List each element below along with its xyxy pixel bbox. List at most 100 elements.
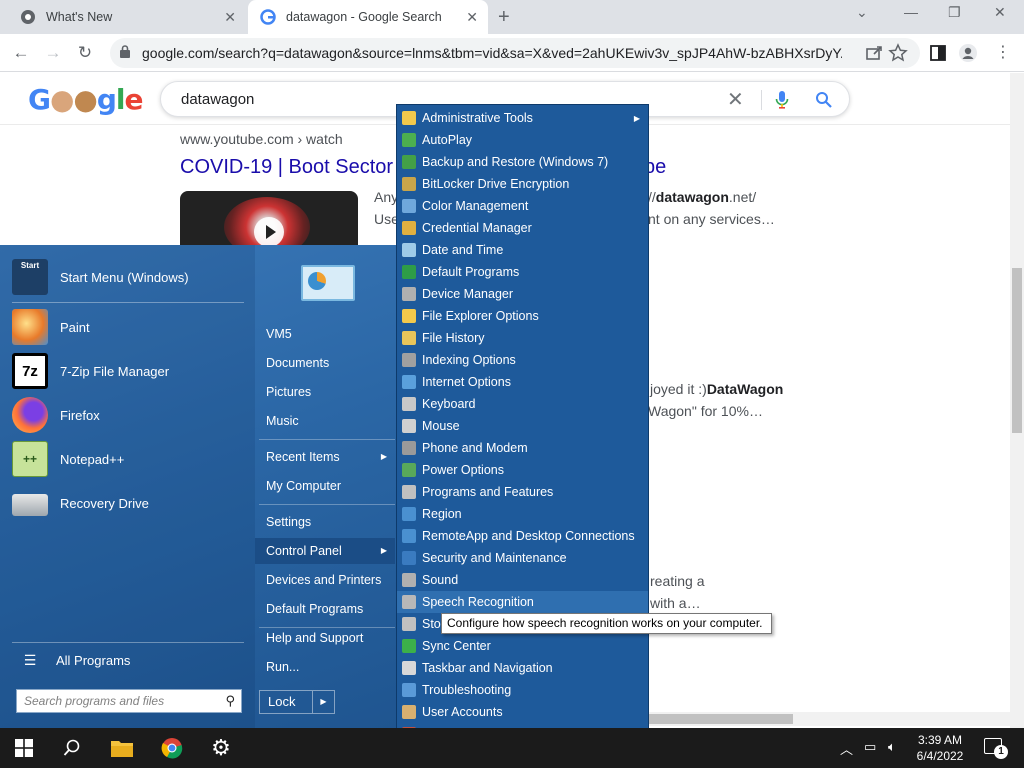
- result-cite[interactable]: www.youtube.com › watch: [180, 131, 343, 147]
- right-item-my-computer[interactable]: My Computer: [255, 473, 395, 499]
- forward-icon[interactable]: →: [40, 40, 66, 66]
- google-doodle-logo[interactable]: G●●gle: [28, 83, 144, 116]
- control-panel-item-color-management[interactable]: Color Management: [397, 195, 648, 217]
- control-panel-item-sync-center[interactable]: Sync Center: [397, 635, 648, 657]
- pinned-paint[interactable]: Paint: [12, 307, 244, 347]
- chevron-right-icon[interactable]: ▶: [312, 691, 334, 713]
- new-tab-button[interactable]: +: [498, 6, 510, 29]
- pinned-firefox[interactable]: Firefox: [12, 395, 244, 435]
- control-panel-item-taskbar-and-navigation[interactable]: Taskbar and Navigation: [397, 657, 648, 679]
- notification-badge: 1: [994, 745, 1008, 759]
- chevron-up-icon[interactable]: ︿: [840, 739, 853, 758]
- right-item-vm5[interactable]: VM5: [255, 321, 395, 347]
- start-search-input[interactable]: Search programs and files ⚲: [16, 689, 242, 713]
- control-panel-item-credential-manager[interactable]: Credential Manager: [397, 217, 648, 239]
- lock-icon[interactable]: [120, 45, 130, 58]
- control-panel-item-indexing-options[interactable]: Indexing Options: [397, 349, 648, 371]
- taskbar-search-button[interactable]: [48, 728, 96, 768]
- action-center-icon[interactable]: 1: [984, 738, 1008, 759]
- right-item-recent-items[interactable]: Recent Items ▶: [255, 444, 395, 470]
- result-title-text[interactable]: COVID-19 | Boot Sector C: [180, 156, 413, 178]
- microphone-icon[interactable]: [775, 90, 789, 110]
- control-panel-item-file-explorer-options[interactable]: File Explorer Options: [397, 305, 648, 327]
- taskbar-chrome[interactable]: [148, 728, 196, 768]
- control-panel-item-sound[interactable]: Sound: [397, 569, 648, 591]
- profile-icon[interactable]: [958, 43, 978, 63]
- minimize-button[interactable]: —: [904, 4, 918, 20]
- scrollbar-thumb[interactable]: [648, 714, 793, 724]
- search-icon[interactable]: [815, 91, 833, 109]
- address-bar[interactable]: google.com/search?q=datawagon&source=lnm…: [110, 38, 920, 68]
- search-icon[interactable]: ⚲: [225, 693, 235, 709]
- clear-search-icon[interactable]: ✕: [727, 87, 744, 112]
- vertical-scrollbar[interactable]: [1010, 73, 1024, 728]
- menu-icon[interactable]: ⋮: [990, 40, 1016, 66]
- control-panel-item-file-history[interactable]: File History: [397, 327, 648, 349]
- result-title[interactable]: COVID-19 | Boot Sector C: [180, 156, 413, 179]
- control-panel-item-device-manager[interactable]: Device Manager: [397, 283, 648, 305]
- video-thumbnail[interactable]: [180, 191, 358, 245]
- control-panel-item-label: Keyboard: [422, 397, 476, 411]
- pinned-label: 7-Zip File Manager: [60, 363, 170, 379]
- right-item-default-programs[interactable]: Default Programs: [255, 596, 395, 622]
- right-item-devices-printers[interactable]: Devices and Printers: [255, 567, 395, 593]
- side-panel-icon[interactable]: [928, 43, 948, 63]
- user-picture-icon[interactable]: [301, 265, 355, 301]
- control-panel-item-date-and-time[interactable]: Date and Time: [397, 239, 648, 261]
- right-item-run[interactable]: Run...: [255, 654, 395, 680]
- right-item-control-panel[interactable]: Control Panel ▶: [255, 538, 395, 564]
- all-programs-button[interactable]: ☰ All Programs: [12, 640, 244, 680]
- folder-icon: [111, 741, 133, 757]
- pinned-7zip[interactable]: 7z 7-Zip File Manager: [12, 351, 244, 391]
- right-item-settings[interactable]: Settings: [255, 509, 395, 535]
- right-item-music[interactable]: Music: [255, 408, 395, 434]
- control-panel-item-autoplay[interactable]: AutoPlay: [397, 129, 648, 151]
- clock[interactable]: 3:39 AM 6/4/2022: [916, 732, 964, 764]
- close-icon[interactable]: ✕: [466, 9, 478, 26]
- lock-button[interactable]: Lock ▶: [259, 690, 335, 714]
- control-panel-item-user-accounts[interactable]: User Accounts: [397, 701, 648, 723]
- right-item-help-support[interactable]: Help and Support: [255, 625, 395, 651]
- reload-icon[interactable]: ↻: [72, 40, 98, 66]
- control-panel-item-phone-and-modem[interactable]: Phone and Modem: [397, 437, 648, 459]
- control-panel-item-power-options[interactable]: Power Options: [397, 459, 648, 481]
- tab-google-search[interactable]: datawagon - Google Search ✕: [248, 0, 488, 34]
- control-panel-item-keyboard[interactable]: Keyboard: [397, 393, 648, 415]
- pinned-notepadpp[interactable]: ++ Notepad++: [12, 439, 244, 479]
- chevron-right-icon: ▶: [633, 113, 640, 123]
- control-panel-item-region[interactable]: Region: [397, 503, 648, 525]
- close-window-button[interactable]: ✕: [994, 4, 1006, 21]
- control-panel-item-default-programs[interactable]: Default Programs: [397, 261, 648, 283]
- url-text[interactable]: google.com/search?q=datawagon&source=lnm…: [142, 45, 842, 61]
- control-panel-item-mouse[interactable]: Mouse: [397, 415, 648, 437]
- windows-start-button[interactable]: [0, 728, 48, 768]
- close-icon[interactable]: ✕: [224, 9, 236, 26]
- control-panel-item-programs-and-features[interactable]: Programs and Features: [397, 481, 648, 503]
- tab-whats-new[interactable]: What's New ✕: [8, 0, 246, 34]
- control-panel-item-troubleshooting[interactable]: Troubleshooting: [397, 679, 648, 701]
- control-panel-item-security-and-maintenance[interactable]: Security and Maintenance: [397, 547, 648, 569]
- control-panel-item-bitlocker-drive-encryption[interactable]: BitLocker Drive Encryption: [397, 173, 648, 195]
- control-panel-item-administrative-tools[interactable]: Administrative Tools ▶: [397, 107, 648, 129]
- horizontal-scrollbar[interactable]: [648, 712, 1010, 726]
- pinned-start-menu-windows[interactable]: Start Start Menu (Windows): [12, 257, 244, 297]
- scrollbar-thumb[interactable]: [1012, 268, 1022, 433]
- tab-search-icon[interactable]: ⌄: [856, 4, 868, 21]
- sto-icon: [402, 617, 416, 631]
- search-input[interactable]: datawagon: [181, 91, 254, 108]
- network-icon[interactable]: ▭: [864, 739, 876, 755]
- right-item-pictures[interactable]: Pictures: [255, 379, 395, 405]
- right-item-documents[interactable]: Documents: [255, 350, 395, 376]
- restore-button[interactable]: ❐: [948, 4, 961, 21]
- control-panel-item-internet-options[interactable]: Internet Options: [397, 371, 648, 393]
- back-icon[interactable]: ←: [8, 40, 34, 66]
- control-panel-item-remoteapp-and-desktop-connections[interactable]: RemoteApp and Desktop Connections: [397, 525, 648, 547]
- control-panel-item-backup-and-restore-windows-7[interactable]: Backup and Restore (Windows 7): [397, 151, 648, 173]
- share-icon[interactable]: [864, 43, 884, 63]
- bookmark-star-icon[interactable]: [888, 43, 908, 63]
- pinned-recovery-drive[interactable]: Recovery Drive: [12, 483, 244, 523]
- taskbar-settings[interactable]: ⚙: [197, 728, 245, 768]
- taskbar-file-explorer[interactable]: [98, 728, 146, 768]
- control-panel-item-speech-recognition[interactable]: Speech Recognition: [397, 591, 648, 613]
- volume-icon[interactable]: 🔈︎: [888, 739, 896, 755]
